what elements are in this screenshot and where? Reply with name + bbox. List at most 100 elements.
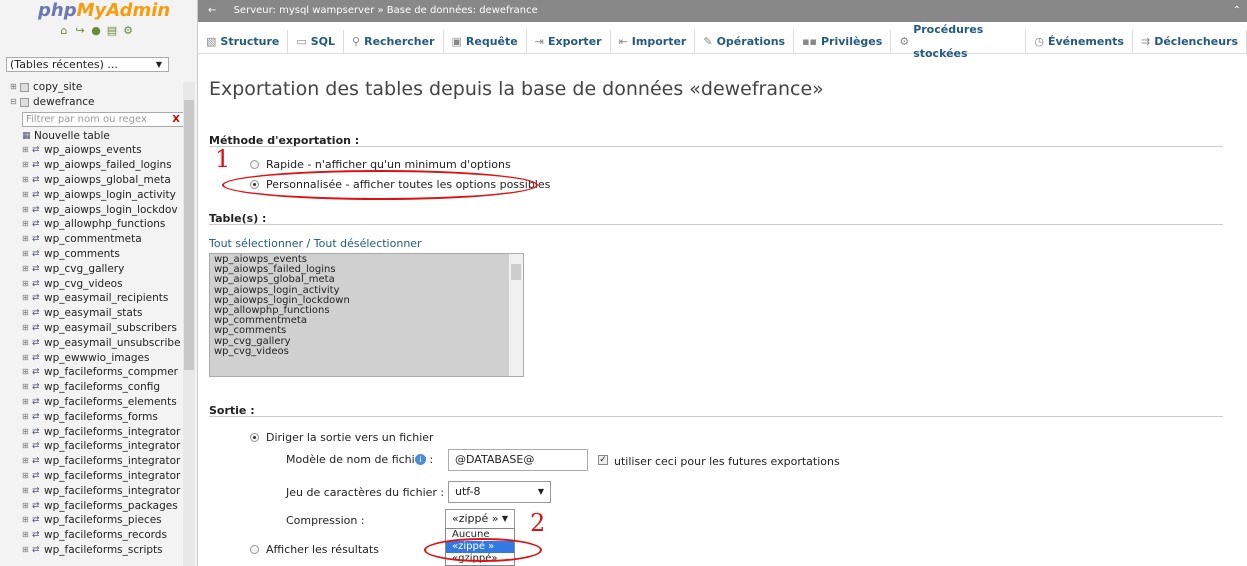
breadcrumb-text[interactable]: Serveur: mysql wampserver » Base de donn… [234,5,538,16]
tab-search[interactable]: ⚲ Rechercher [344,29,444,54]
tree-table-item[interactable]: ⊞ ⇄ wp_facileforms_scripts [10,543,182,558]
tree-table-item[interactable]: ⊞ ⇄ wp_comments [10,247,182,262]
tables-multiselect[interactable]: wp_aiowps_events wp_aiowps_failed_logins w… [209,253,524,377]
tab-query[interactable]: ▣ Requête [444,29,527,54]
tree-table-item[interactable]: ⊞ ⇄ wp_aiowps_login_lockdov [10,203,182,218]
docs-icon[interactable]: ▤ [106,25,118,37]
show-results-option[interactable]: Afficher les résultats [250,543,379,556]
output-file-option[interactable]: Diriger la sortie vers un fichier [250,431,434,444]
compression-select[interactable]: «zippé » ▼ [445,509,515,529]
tab-privileges[interactable]: ▪▪ Privilèges [794,29,892,54]
expand-icon[interactable]: ⊞ [22,484,32,499]
expand-icon[interactable]: ⊞ [22,454,32,469]
expand-icon[interactable]: ⊞ [22,469,32,484]
phpmyadmin-logo[interactable]: phpMyAdmin [0,0,197,22]
tree-table-item[interactable]: ⊞ ⇄ wp_facileforms_packages [10,499,182,514]
expand-icon[interactable]: ⊞ [22,143,32,158]
help-icon[interactable]: ● [90,25,102,37]
expand-icon[interactable]: ⊞ [22,336,32,351]
expand-icon[interactable]: ⊞ [22,306,32,321]
expand-icon[interactable]: ⊞ [22,291,32,306]
expand-icon[interactable]: ⊞ [22,262,32,277]
expand-icon[interactable]: ⊞ [22,232,32,247]
home-icon[interactable]: ⌂ [58,25,70,37]
tree-table-item[interactable]: ⊞ ⇄ wp_aiowps_events [10,143,182,158]
expand-icon[interactable]: ⊞ [22,203,32,218]
tree-table-item[interactable]: ⊞ ⇄ wp_facileforms_compmer [10,365,182,380]
collapse-icon[interactable]: ⌃ [1233,0,1241,22]
expand-icon[interactable]: ⊞ [22,321,32,336]
tree-table-item[interactable]: ⊞ ⇄ wp_aiowps_login_activity [10,188,182,203]
tree-table-item[interactable]: ⊞ ⇄ wp_facileforms_integrator [10,454,182,469]
tab-triggers[interactable]: ⇉ Déclencheurs [1133,29,1247,54]
expand-icon[interactable]: ⊞ [22,158,32,173]
tree-table-item[interactable]: ⊞ ⇄ wp_easymail_stats [10,306,182,321]
tree-table-item[interactable]: ⊞ ⇄ wp_cvg_gallery [10,262,182,277]
remember-template-checkbox[interactable]: ✓ [598,455,608,465]
table-filter-input[interactable]: Filtrer par nom ou regex X [22,111,185,127]
tab-import[interactable]: ⇤ Importer [611,29,696,54]
radio-output-file[interactable] [250,433,259,442]
tab-structure[interactable]: ▧ Structure [198,29,289,54]
expand-icon[interactable]: ⊞ [22,410,32,425]
tree-table-item[interactable]: ⊞ ⇄ wp_facileforms_integrator [10,484,182,499]
tree-table-item[interactable]: ⊞ ⇄ wp_cvg_videos [10,277,182,292]
expand-icon[interactable]: ⊞ [22,247,32,262]
recent-tables-select[interactable]: (Tables récentes) ... ▼ [6,57,169,72]
filename-template-input[interactable]: @DATABASE@ [448,449,588,471]
table-option[interactable]: wp_cvg_videos [214,346,507,357]
tab-operations[interactable]: ✎ Opérations [695,29,795,54]
tree-table-item[interactable]: ⊞ ⇄ wp_facileforms_config [10,380,182,395]
tree-table-item[interactable]: ⊞ ⇄ wp_easymail_recipients [10,291,182,306]
expand-icon[interactable]: ⊞ [22,543,32,558]
expand-icon[interactable]: ⊞ [22,395,32,410]
list-scrollbar[interactable] [509,254,523,376]
back-arrow-icon[interactable]: ← [208,5,216,16]
tab-export[interactable]: ⇥ Exporter [527,29,611,54]
tab-sql[interactable]: ▭ SQL [288,29,345,54]
expand-icon[interactable]: ⊞ [22,351,32,366]
tab-events[interactable]: ◷ Événements [1026,29,1133,54]
tree-table-item[interactable]: ⊞ ⇄ wp_allowphp_functions [10,217,182,232]
expand-icon[interactable]: ⊞ [22,528,32,543]
exit-icon[interactable]: ↪ [74,25,86,37]
scrollbar-thumb[interactable] [184,100,194,370]
tree-table-item[interactable]: ⊞ ⇄ wp_easymail_unsubscribe [10,336,182,351]
tree-table-item[interactable]: ⊞ ⇄ wp_commentmeta [10,232,182,247]
scrollbar-thumb[interactable] [511,264,521,280]
expand-icon[interactable]: ⊞ [22,277,32,292]
charset-select[interactable]: utf-8 ▼ [448,481,551,503]
tree-table-item[interactable]: ⊞ ⇄ wp_aiowps_global_meta [10,173,182,188]
tree-table-item[interactable]: ⊞ ⇄ wp_aiowps_failed_logins [10,158,182,173]
expand-icon[interactable]: ⊞ [22,513,32,528]
tab-procedures[interactable]: ⚙ Procédures stockées [891,23,1027,60]
settings-icon[interactable]: ⚙ [122,25,134,37]
tree-table-item[interactable]: ⊞ ⇄ wp_facileforms_forms [10,410,182,425]
tree-table-item[interactable]: ⊞ ⇄ wp_facileforms_integrator [10,469,182,484]
new-table-link[interactable]: ▦ Nouvelle table [10,129,182,144]
expand-icon[interactable]: ⊞ [22,380,32,395]
collapse-icon[interactable]: ⊟ [10,95,20,110]
tree-table-item[interactable]: ⊞ ⇄ wp_facileforms_integrator [10,425,182,440]
radio-quick[interactable] [250,160,259,169]
table-option[interactable]: wp_comments [214,326,507,336]
expand-icon[interactable]: ⊞ [22,365,32,380]
expand-icon[interactable]: ⊞ [22,499,32,514]
help-icon[interactable]: i [415,454,426,465]
expand-icon[interactable]: ⊞ [22,217,32,232]
tree-table-item[interactable]: ⊞ ⇄ wp_easymail_subscribers [10,321,182,336]
tree-table-item[interactable]: ⊞ ⇄ wp_ewwwio_images [10,351,182,366]
tree-table-item[interactable]: ⊞ ⇄ wp_facileforms_integrator [10,439,182,454]
expand-icon[interactable]: ⊞ [10,80,20,95]
tree-table-item[interactable]: ⊞ ⇄ wp_facileforms_pieces [10,513,182,528]
tree-db-dewefrance[interactable]: ⊟ dewefrance [10,95,182,110]
tree-table-item[interactable]: ⊞ ⇄ wp_facileforms_elements [10,395,182,410]
radio-show-results[interactable] [250,545,259,554]
expand-icon[interactable]: ⊞ [22,439,32,454]
expand-icon[interactable]: ⊞ [22,188,32,203]
clear-filter-button[interactable]: X [172,113,180,126]
tree-db-copy-site[interactable]: ⊞ copy_site [10,80,182,95]
nav-scrollbar[interactable] [183,82,195,566]
tree-table-item[interactable]: ⊞ ⇄ wp_facileforms_records [10,528,182,543]
expand-icon[interactable]: ⊞ [22,173,32,188]
